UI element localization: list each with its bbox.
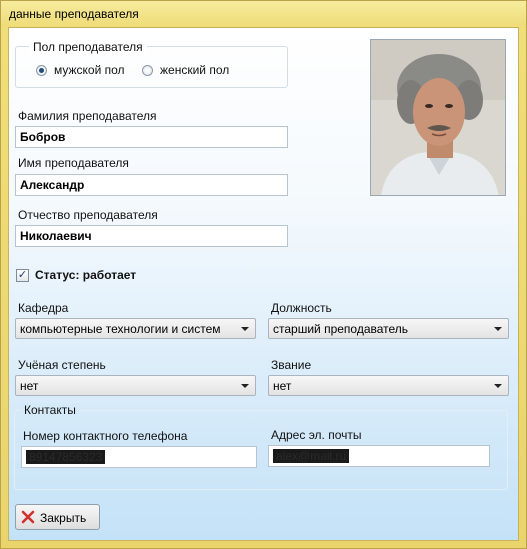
email-input[interactable]: alex@mail.ru <box>268 445 490 467</box>
close-x-icon <box>21 510 35 524</box>
radio-male[interactable] <box>36 65 47 76</box>
position-value: старший преподаватель <box>273 322 409 336</box>
portrait-image <box>371 40 505 195</box>
teacher-data-window: данные преподавателя Пол преподавателя м… <box>0 0 527 549</box>
phone-value: 89147856323 <box>26 450 106 464</box>
degree-label: Учёная степень <box>18 358 106 372</box>
department-label: Кафедра <box>18 301 69 315</box>
position-label: Должность <box>271 301 332 315</box>
department-value: компьютерные технологии и систем <box>20 322 221 336</box>
window-title: данные преподавателя <box>9 7 139 21</box>
degree-select[interactable]: нет <box>15 375 256 396</box>
title-bar[interactable]: данные преподавателя <box>1 1 526 27</box>
department-select[interactable]: компьютерные технологии и систем <box>15 318 256 339</box>
window-content: Пол преподавателя мужской пол женский по… <box>8 27 519 541</box>
patronymic-input[interactable]: Николаевич <box>15 225 288 247</box>
surname-input[interactable]: Бобров <box>15 126 288 148</box>
position-select[interactable]: старший преподаватель <box>268 318 509 339</box>
radio-selected-dot <box>39 68 44 73</box>
name-input[interactable]: Александр <box>15 174 288 196</box>
chevron-down-icon <box>494 384 502 388</box>
surname-label: Фамилия преподавателя <box>18 109 157 123</box>
checkmark-icon: ✓ <box>17 269 28 281</box>
rank-label: Звание <box>271 358 312 372</box>
phone-input[interactable]: 89147856323 <box>21 446 257 468</box>
phone-label: Номер контактного телефона <box>23 429 188 443</box>
rank-value: нет <box>273 379 292 393</box>
close-button[interactable]: Закрыть <box>15 504 100 530</box>
teacher-photo <box>370 39 506 196</box>
status-label[interactable]: Статус: работает <box>35 268 136 282</box>
close-button-label: Закрыть <box>40 511 87 525</box>
degree-value: нет <box>20 379 39 393</box>
name-label: Имя преподавателя <box>18 156 129 170</box>
patronymic-label: Отчество преподавателя <box>18 208 158 222</box>
chevron-down-icon <box>494 327 502 331</box>
email-value: alex@mail.ru <box>273 449 350 463</box>
status-checkbox[interactable]: ✓ <box>16 269 29 282</box>
radio-female-label[interactable]: женский пол <box>160 63 229 77</box>
radio-male-label[interactable]: мужской пол <box>54 63 125 77</box>
contacts-group-caption: Контакты <box>20 403 80 417</box>
gender-group-caption: Пол преподавателя <box>29 40 147 54</box>
chevron-down-icon <box>241 327 249 331</box>
chevron-down-icon <box>241 384 249 388</box>
radio-female[interactable] <box>142 65 153 76</box>
rank-select[interactable]: нет <box>268 375 509 396</box>
email-label: Адрес эл. почты <box>271 428 362 442</box>
